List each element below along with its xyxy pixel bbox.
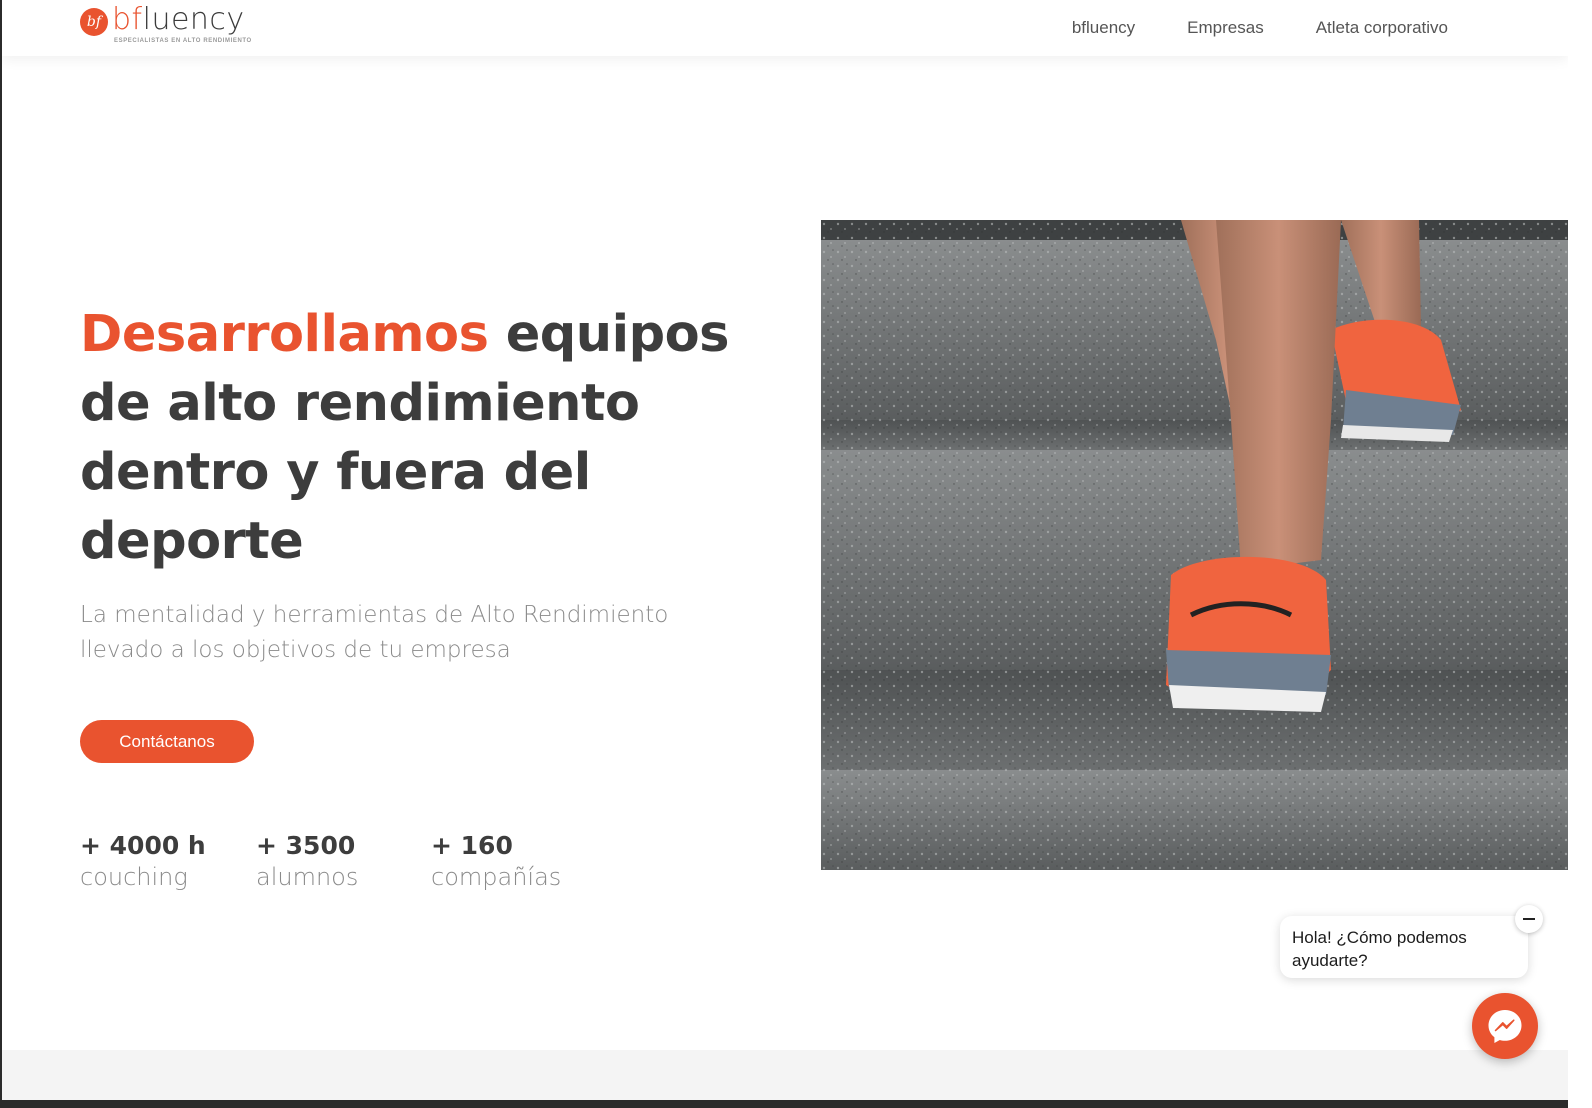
- stat-label: compañías: [431, 863, 562, 891]
- contact-button[interactable]: Contáctanos: [80, 720, 254, 763]
- hero-title: Desarrollamos equipos de alto rendimient…: [80, 300, 740, 576]
- page: bf bfluency ESPECIALISTAS EN ALTO RENDIM…: [2, 0, 1568, 1100]
- chat-close-button[interactable]: [1515, 905, 1543, 933]
- nav-item-atleta-corporativo[interactable]: Atleta corporativo: [1316, 18, 1448, 38]
- messenger-icon: [1488, 1010, 1522, 1043]
- logo[interactable]: bf bfluency ESPECIALISTAS EN ALTO RENDIM…: [80, 2, 260, 50]
- stat-alumnos: + 3500 alumnos: [256, 830, 358, 892]
- stat-value: + 160: [431, 831, 513, 860]
- site-header: bf bfluency ESPECIALISTAS EN ALTO RENDIM…: [2, 0, 1568, 56]
- stat-label: alumnos: [256, 863, 359, 891]
- running-shoes-stairs-photo-icon: [821, 220, 1568, 870]
- stat-value: + 4000 h: [80, 831, 206, 860]
- stat-companias: + 160 compañías: [431, 830, 561, 892]
- chat-greeting-bubble[interactable]: Hola! ¿Cómo podemos ayudarte?: [1280, 916, 1528, 978]
- hero-subtitle: La mentalidad y herramientas de Alto Ren…: [80, 602, 669, 663]
- stat-value: + 3500: [256, 831, 356, 860]
- stat-label: couching: [80, 863, 188, 891]
- next-section-edge: [2, 1050, 1568, 1100]
- nav-item-empresas[interactable]: Empresas: [1187, 18, 1264, 38]
- logo-wordmark: bfluency: [112, 2, 245, 37]
- messenger-launcher-button[interactable]: [1472, 993, 1538, 1059]
- logo-mark-icon: bf: [80, 8, 108, 36]
- nav-item-bfluency[interactable]: bfluency: [1072, 18, 1135, 38]
- logo-tagline: ESPECIALISTAS EN ALTO RENDIMIENTO: [114, 38, 252, 44]
- main-nav: bfluency Empresas Atleta corporativo: [1072, 18, 1448, 38]
- scrollbar-gutter: [1568, 0, 1592, 1108]
- hero-image: [821, 220, 1568, 870]
- minus-icon: [1523, 918, 1535, 920]
- hero-title-accent: Desarrollamos: [80, 305, 489, 364]
- stat-couching: + 4000 h couching: [80, 830, 206, 892]
